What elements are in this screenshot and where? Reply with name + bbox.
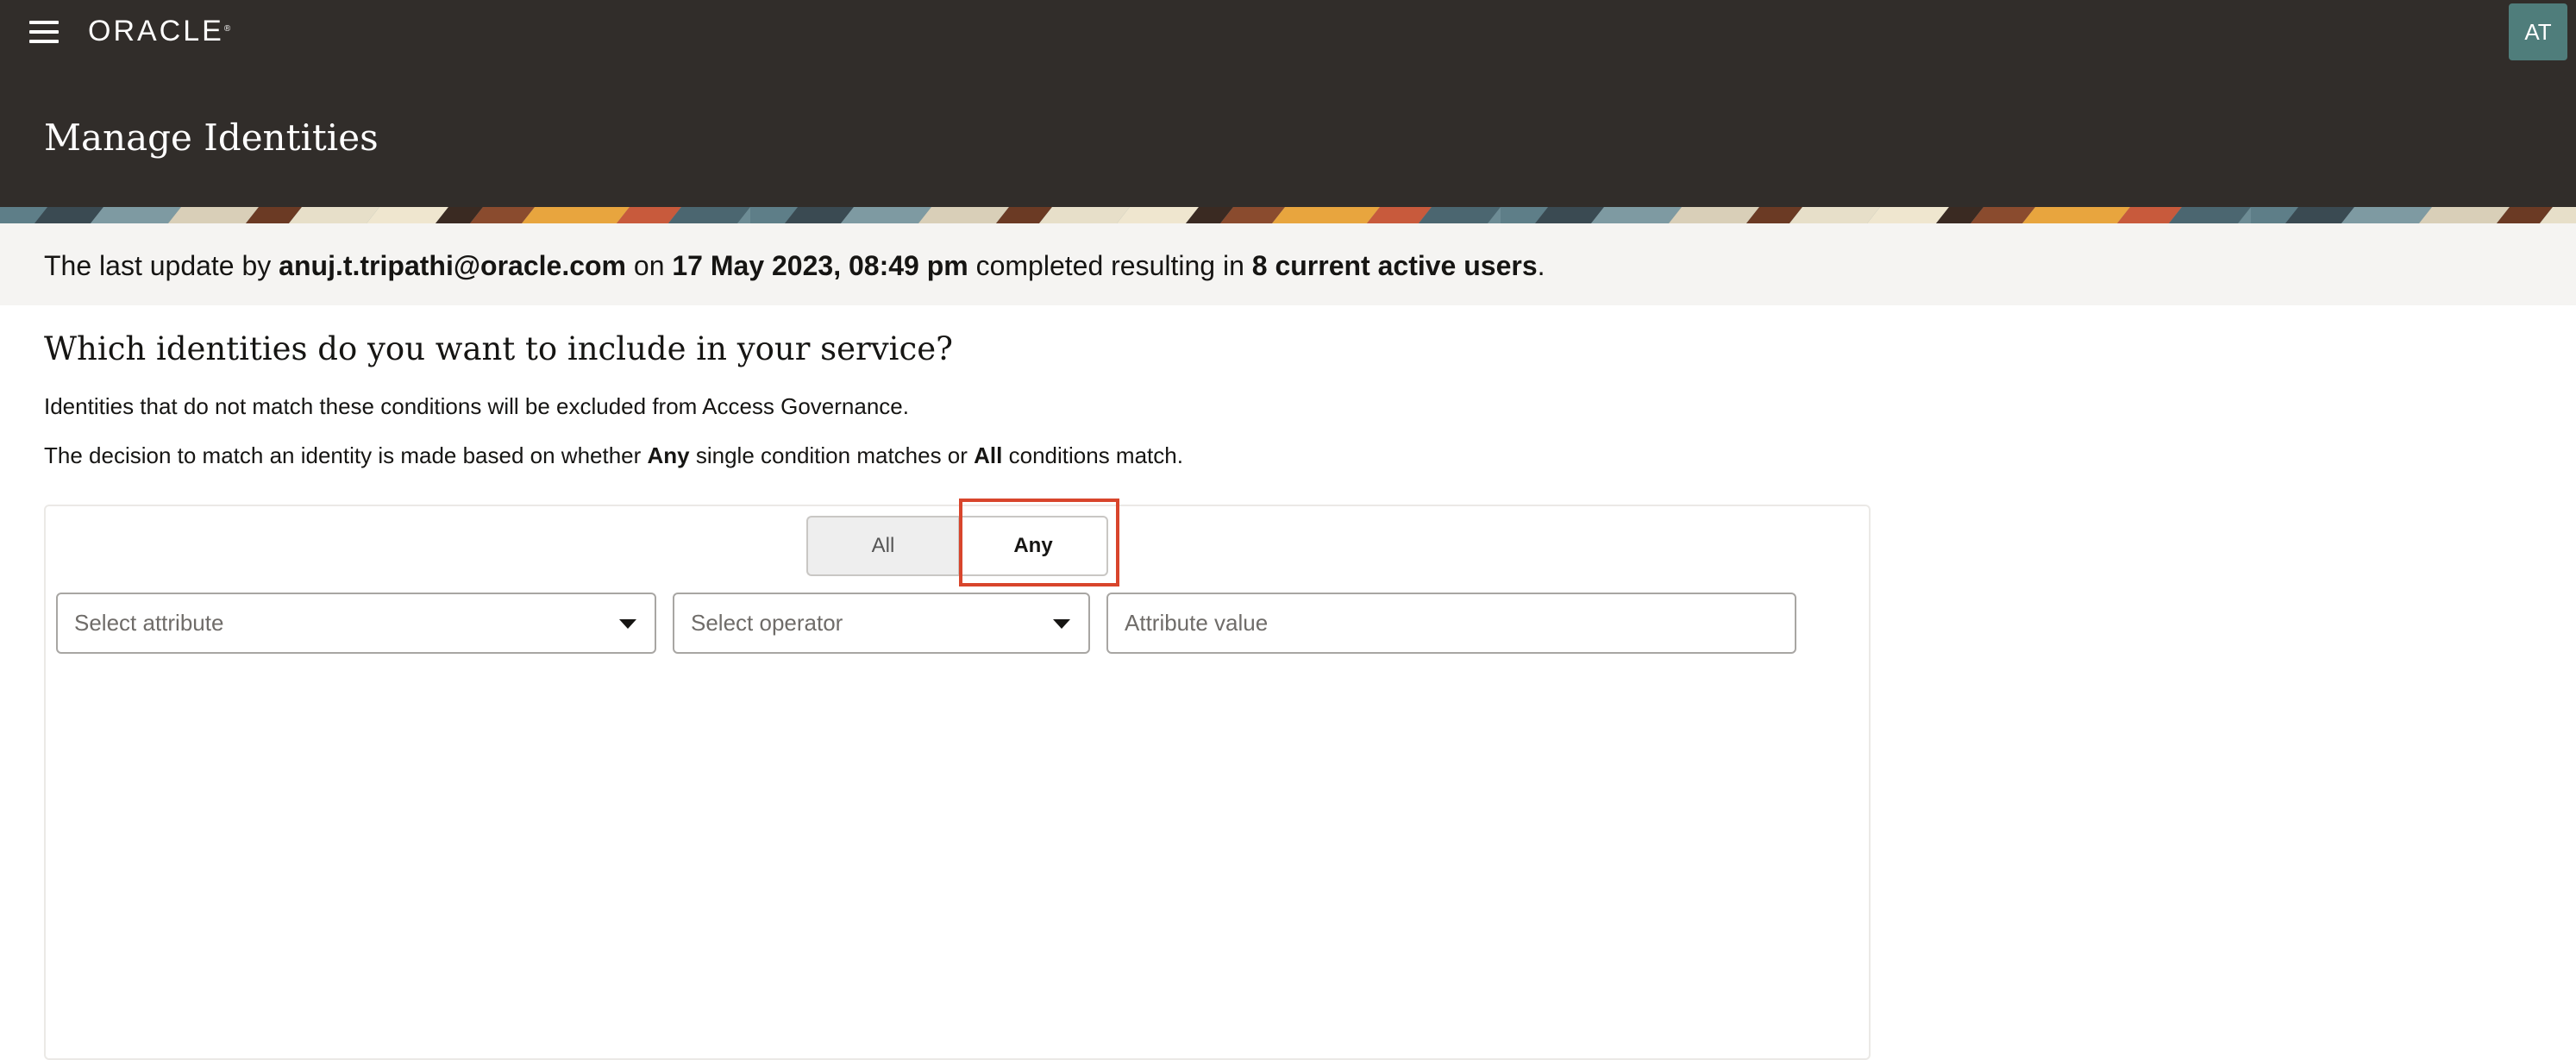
exclusion-note: Identities that do not match these condi… bbox=[44, 393, 909, 419]
update-user: anuj.t.tripathi@oracle.com bbox=[279, 250, 626, 281]
app-header: ORACLE® AT Manage Identities bbox=[0, 0, 2576, 207]
active-users-count: 8 current active users bbox=[1251, 250, 1538, 281]
page-title: Manage Identities bbox=[44, 116, 379, 159]
hamburger-menu-icon[interactable] bbox=[29, 21, 59, 43]
chevron-down-icon bbox=[619, 619, 636, 629]
conditions-card bbox=[44, 505, 1871, 1060]
operator-select[interactable]: Select operator bbox=[673, 593, 1090, 654]
oracle-logo[interactable]: ORACLE® bbox=[88, 16, 230, 47]
last-update-text: The last update by anuj.t.tripathi@oracl… bbox=[44, 250, 1545, 281]
attribute-value-field[interactable] bbox=[1106, 593, 1796, 654]
match-all-button[interactable]: All bbox=[806, 516, 958, 576]
attribute-select[interactable]: Select attribute bbox=[56, 593, 656, 654]
section-heading: Which identities do you want to include … bbox=[44, 330, 953, 367]
chevron-down-icon bbox=[1053, 619, 1070, 629]
user-avatar[interactable]: AT bbox=[2509, 3, 2567, 60]
update-timestamp: 17 May 2023, 08:49 pm bbox=[672, 250, 968, 281]
attribute-select-placeholder: Select attribute bbox=[74, 610, 224, 636]
attribute-value-input[interactable] bbox=[1108, 594, 1795, 652]
decorative-banner bbox=[0, 207, 2576, 223]
operator-select-placeholder: Select operator bbox=[691, 610, 843, 636]
decision-explanation: The decision to match an identity is mad… bbox=[44, 442, 1183, 468]
match-any-button[interactable]: Any bbox=[958, 516, 1108, 576]
